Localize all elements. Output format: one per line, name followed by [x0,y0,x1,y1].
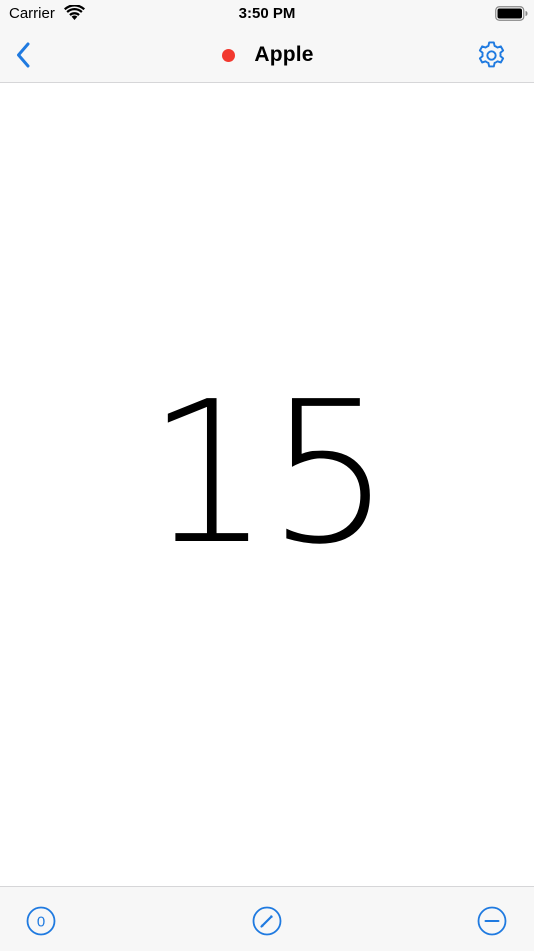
battery-icon [495,6,528,21]
nav-title-group: Apple [0,28,534,82]
status-time: 3:50 PM [238,5,296,22]
gear-icon [478,41,505,68]
navigation-bar: Apple [0,28,534,83]
chevron-left-icon [17,42,30,68]
color-dot [222,48,236,62]
reset-button[interactable]: 0 [25,905,57,937]
decrement-button[interactable] [476,905,508,937]
minus-circle-icon [477,906,507,936]
reset-zero-icon: 0 [26,906,56,936]
bottom-toolbar: 0 [0,886,534,951]
status-bar: Carrier 3:50 PM [0,0,534,28]
back-button[interactable] [8,38,40,72]
counter-value: 15 [146,360,391,588]
pencil-icon [252,906,282,936]
reset-glyph: 0 [37,913,45,930]
page-title: Apple [254,43,314,66]
settings-button[interactable] [472,37,510,75]
edit-button[interactable] [251,905,283,937]
counter-area[interactable]: 15 [0,83,534,886]
